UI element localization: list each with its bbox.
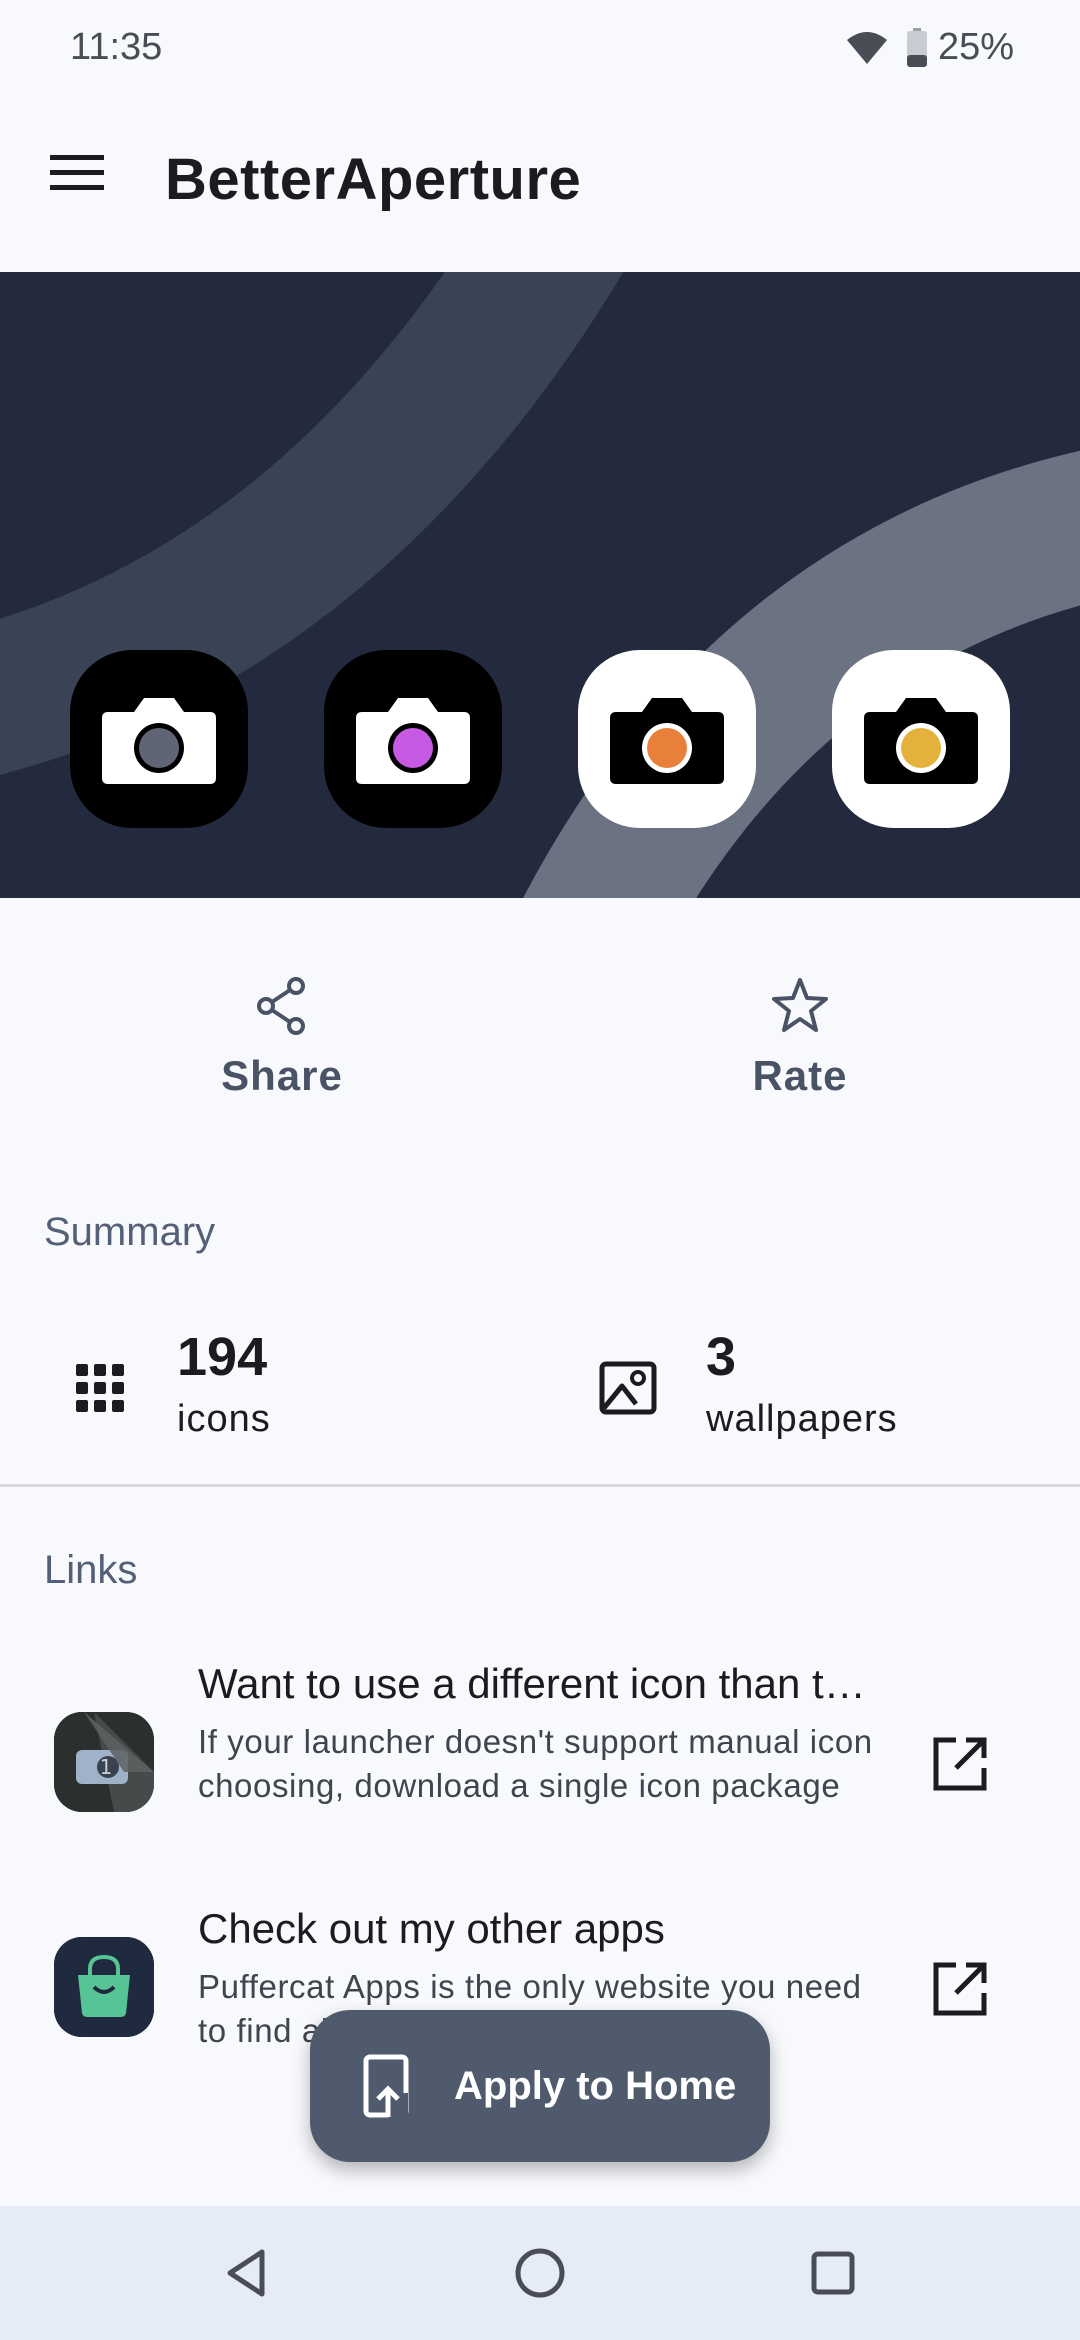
icons-unit: icons [177, 1398, 271, 1440]
battery-icon [907, 28, 927, 67]
rate-label: Rate [752, 1052, 848, 1099]
links-heading: Links [44, 1548, 138, 1592]
camera-icon-gray [70, 650, 248, 828]
star-icon [772, 978, 828, 1032]
camera-icon-orange [578, 650, 756, 828]
camera-icon-purple [324, 650, 502, 828]
rate-button[interactable]: Rate [650, 960, 950, 1120]
wifi-icon [847, 32, 887, 64]
wallpapers-summary: 3 wallpapers [598, 1318, 1038, 1458]
link-description: If your launcher doesn't support manual … [198, 1723, 873, 1804]
svg-text:1: 1 [100, 1755, 113, 1779]
open-external-icon [933, 1962, 987, 2016]
recents-icon[interactable] [796, 2236, 870, 2310]
status-bar: 11:35 25% [0, 0, 1080, 100]
share-label: Share [221, 1052, 343, 1099]
navigation-bar [0, 2206, 1080, 2340]
open-external-icon [933, 1737, 987, 1791]
list-item[interactable]: 1 Want to use a different icon than the … [0, 1660, 1080, 1870]
icons-count: 194 [177, 1327, 268, 1387]
apply-icon [363, 2054, 409, 2119]
camera-icon-yellow [832, 650, 1010, 828]
wallpapers-unit: wallpapers [706, 1398, 898, 1440]
apply-to-home-button[interactable]: Apply to Home [310, 2010, 770, 2162]
store-bag-icon [54, 1937, 154, 2037]
icons-summary: 194 icons [70, 1318, 490, 1458]
menu-icon[interactable] [34, 130, 120, 216]
share-icon [257, 977, 305, 1035]
home-icon[interactable] [503, 2236, 577, 2310]
apps-grid-icon [76, 1364, 124, 1412]
summary-heading: Summary [44, 1210, 216, 1254]
back-icon[interactable] [210, 2236, 284, 2310]
app-title: BetterAperture [165, 147, 582, 212]
status-time: 11:35 [70, 26, 163, 68]
single-icon-package-icon: 1 [54, 1712, 154, 1812]
battery-percent: 25% [938, 26, 1015, 68]
divider [0, 1484, 1080, 1487]
share-button[interactable]: Share [132, 960, 432, 1120]
wallpapers-count: 3 [706, 1327, 737, 1387]
link-title: Check out my other apps [198, 1905, 665, 1952]
link-title: Want to use a different icon than the de… [198, 1660, 888, 1707]
hero-banner [0, 272, 1080, 898]
image-icon [599, 1361, 657, 1415]
fab-label: Apply to Home [454, 2063, 737, 2108]
